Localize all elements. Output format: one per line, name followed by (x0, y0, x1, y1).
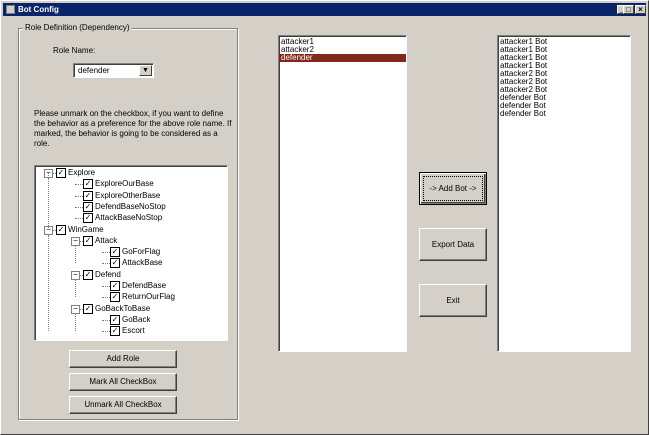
tree-node-label[interactable]: ExploreOurBase (95, 179, 154, 190)
collapse-icon[interactable]: − (71, 304, 80, 314)
tree-checkbox[interactable]: ✓ (83, 213, 93, 224)
tree-checkbox[interactable]: ✓ (110, 292, 120, 303)
tree-node-label[interactable]: GoBackToBase (95, 304, 150, 315)
tree-connector (102, 286, 110, 287)
tree-checkbox[interactable]: ✓ (110, 247, 120, 258)
tree-checkbox[interactable]: ✓ (56, 168, 66, 178)
tree-connector (48, 234, 49, 332)
role-name-label: Role Name: (53, 46, 96, 55)
tree-node-label[interactable]: Attack (95, 236, 117, 247)
tree-checkbox[interactable]: ✓ (56, 224, 66, 235)
tree-connector (48, 173, 49, 230)
tree-connector (75, 245, 76, 264)
collapse-icon[interactable]: − (71, 236, 80, 246)
window-title: Bot Config (18, 5, 59, 14)
tree-checkbox[interactable]: ✓ (110, 326, 120, 337)
tree-node-label[interactable]: AttackBase (122, 258, 162, 269)
tree-checkbox[interactable]: ✓ (83, 235, 93, 246)
role-list-item[interactable]: defender (279, 54, 406, 62)
tree-node-label[interactable]: ExploreOtherBase (95, 191, 160, 202)
tree-node-label[interactable]: DefendBase (122, 281, 166, 292)
tree-node-label[interactable]: DefendBaseNoStop (95, 202, 166, 213)
bot-config-window: Bot Config _ □ × Role Definition (Depend… (0, 0, 649, 435)
exit-button[interactable]: Exit (419, 284, 487, 317)
add-role-button[interactable]: Add Role (69, 350, 177, 368)
tree-connector (75, 206, 83, 208)
tree-connector (75, 279, 76, 298)
tree-connector (102, 319, 110, 321)
app-icon (6, 5, 15, 14)
tree-checkbox[interactable]: ✓ (83, 201, 93, 212)
close-button[interactable]: × (635, 5, 646, 14)
tree-connector (75, 184, 83, 186)
add-bot-label: -> Add Bot -> (429, 184, 477, 193)
behavior-tree[interactable]: − ✓ Explore ✓ ExploreOurBase ✓ ExploreOtherBas… (34, 165, 228, 341)
role-note-text: Please unmark on the checkbox, if you wa… (34, 109, 232, 148)
tree-node-label[interactable]: WinGame (68, 225, 104, 236)
export-data-button[interactable]: Export Data (419, 228, 487, 261)
tree-node-label[interactable]: GoForFlag (122, 247, 160, 258)
tree-checkbox[interactable]: ✓ (83, 303, 93, 314)
collapse-icon[interactable]: − (71, 270, 80, 280)
tree-node-label[interactable]: AttackBaseNoStop (95, 213, 162, 224)
tree-checkbox[interactable]: ✓ (83, 179, 93, 190)
tree-connector (102, 252, 110, 254)
add-bot-button[interactable]: -> Add Bot -> (419, 172, 487, 205)
bots-listbox[interactable]: attacker1 Bot attacker1 Bot attacker1 Bot a… (497, 35, 631, 352)
tree-checkbox[interactable]: ✓ (110, 314, 120, 325)
tree-checkbox[interactable]: ✓ (110, 281, 120, 291)
tree-node-label[interactable]: Escort (122, 326, 145, 337)
unmark-all-checkbox-button[interactable]: Unmark All CheckBox (69, 396, 177, 414)
role-definition-legend: Role Definition (Dependency) (23, 23, 132, 32)
tree-connector (102, 297, 110, 299)
tree-connector (75, 313, 76, 332)
role-name-dropdown[interactable]: defender ▼ (73, 63, 154, 78)
chevron-down-icon[interactable]: ▼ (139, 65, 152, 76)
tree-connector (75, 195, 83, 197)
tree-connector (102, 331, 110, 333)
tree-node-label[interactable]: GoBack (122, 315, 150, 326)
title-bar[interactable]: Bot Config _ □ × (3, 3, 646, 16)
tree-connector (102, 263, 110, 265)
roles-listbox[interactable]: attacker1 attacker2 defender (278, 35, 407, 352)
tree-checkbox[interactable]: ✓ (110, 258, 120, 269)
maximize-button[interactable]: □ (623, 5, 634, 14)
bot-list-item[interactable]: defender Bot (498, 110, 630, 118)
tree-connector (75, 218, 83, 220)
mark-all-checkbox-button[interactable]: Mark All CheckBox (69, 373, 177, 391)
tree-checkbox[interactable]: ✓ (83, 269, 93, 280)
role-name-value: defender (78, 66, 110, 75)
tree-node-label[interactable]: Defend (95, 270, 121, 281)
tree-node-label[interactable]: ReturnOurFlag (122, 292, 175, 303)
tree-node-label[interactable]: Explore (68, 168, 95, 179)
tree-checkbox[interactable]: ✓ (83, 190, 93, 201)
